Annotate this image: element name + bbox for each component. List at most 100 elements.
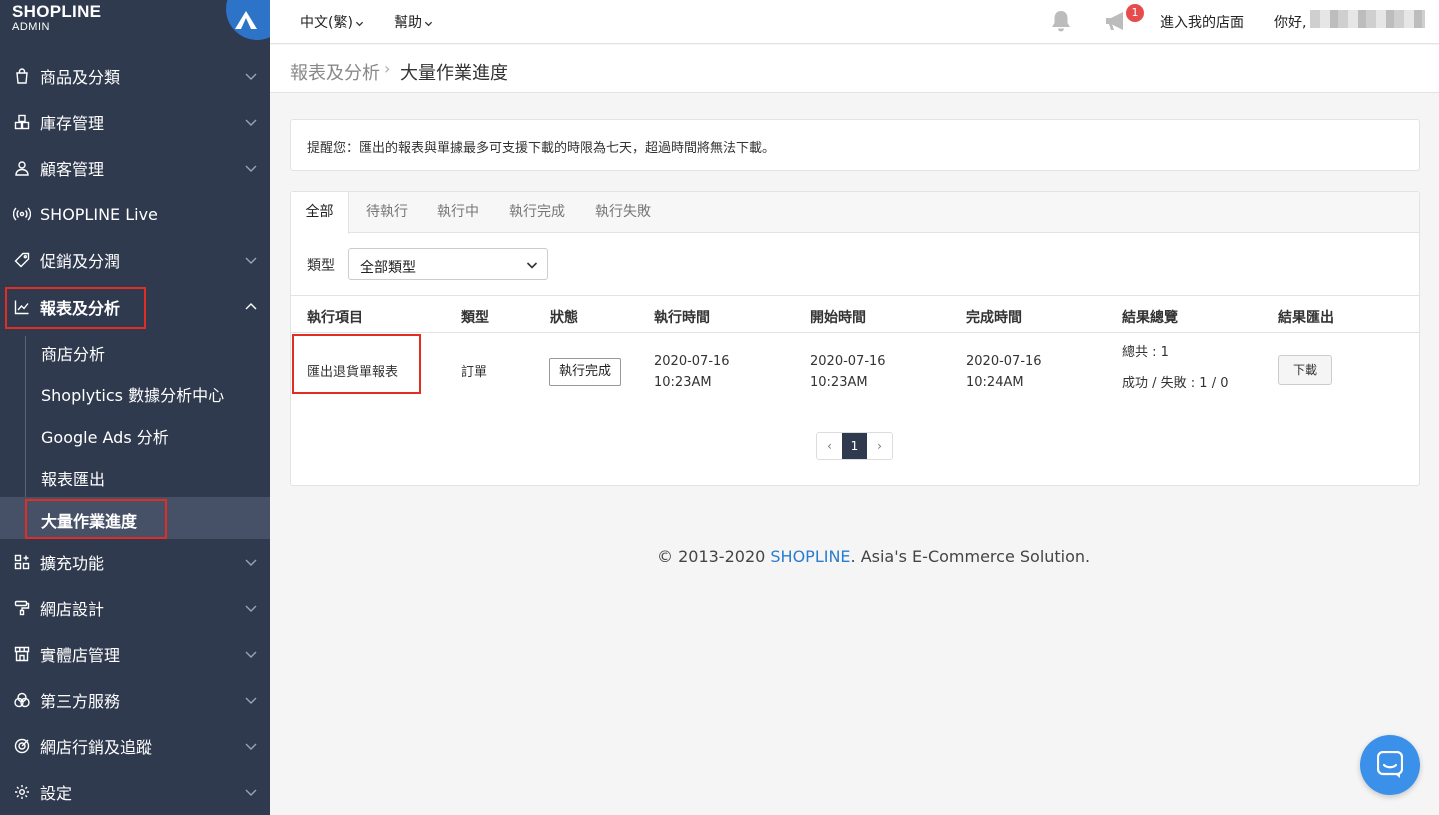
sidebar-item-label: 顧客管理 <box>40 160 105 179</box>
sidebar-item-label: SHOPLINE Live <box>40 204 158 224</box>
column-header: 開始時間 <box>810 310 866 326</box>
sidebar-item-third-party[interactable]: 第三方服務 <box>0 677 270 723</box>
store-icon <box>13 645 31 663</box>
sidebar-subitem-label: 大量作業進度 <box>41 512 138 531</box>
column-header: 狀態 <box>550 310 578 326</box>
type-filter-label: 類型 <box>307 258 335 274</box>
start-date: 2020-07-16 <box>810 354 886 369</box>
chevron-down-icon <box>424 21 433 26</box>
sidebar-item-settings[interactable]: 設定 <box>0 769 270 815</box>
user-greeting[interactable]: 你好, <box>1274 12 1306 32</box>
sidebar-subitem-bulk-progress[interactable]: 大量作業進度 <box>0 497 270 539</box>
person-icon <box>13 159 31 177</box>
bell-icon[interactable] <box>1050 9 1072 33</box>
sidebar-item-inventory[interactable]: 庫存管理 <box>0 99 270 145</box>
sidebar-item-label: 擴充功能 <box>40 554 105 573</box>
bag-icon <box>13 67 31 85</box>
notification-badge: 1 <box>1126 4 1144 22</box>
chevron-down-icon <box>245 743 257 750</box>
sidebar-item-promotions[interactable]: 促銷及分潤 <box>0 237 270 283</box>
result-total: 總共 : 1 <box>1122 345 1169 360</box>
tab-completed[interactable]: 執行完成 <box>499 192 575 233</box>
sidebar-subitem-report-export[interactable]: 報表匯出 <box>0 455 270 497</box>
chevron-up-icon <box>245 303 257 310</box>
column-header: 結果總覽 <box>1122 310 1178 326</box>
result-success-fail: 成功 / 失敗 : 1 / 0 <box>1122 376 1229 391</box>
chevron-down-icon <box>245 651 257 658</box>
sidebar-item-extensions[interactable]: 擴充功能 <box>0 539 270 585</box>
download-notice: 提醒您：匯出的報表與單據最多可支援下載的時限為七天，超過時間將無法下載。 <box>290 119 1420 171</box>
job-type: 訂單 <box>461 365 488 380</box>
sidebar-item-label: 第三方服務 <box>40 692 121 711</box>
chat-icon <box>1377 751 1403 778</box>
chevron-down-icon <box>245 119 257 126</box>
footer-brand-link[interactable]: SHOPLINE <box>770 547 850 566</box>
paint-roller-icon <box>13 599 31 617</box>
visit-store-link[interactable]: 進入我的店面 <box>1160 12 1244 32</box>
gear-icon <box>13 783 31 801</box>
top-bar: 中文(繁) 幫助 1 進入我的店面 你好, <box>270 0 1439 44</box>
end-date: 2020-07-16 <box>966 354 1042 369</box>
target-icon <box>13 737 31 755</box>
tab-running[interactable]: 執行中 <box>427 192 489 233</box>
status-tabs: 全部 待執行 執行中 執行完成 執行失敗 <box>291 192 1419 234</box>
logo-sub: ADMIN <box>12 21 50 33</box>
apps-icon <box>13 553 31 571</box>
column-header: 執行時間 <box>654 310 710 326</box>
chat-button[interactable] <box>1360 735 1420 795</box>
sidebar-item-label: 網店行銷及追蹤 <box>40 738 153 757</box>
start-time: 10:23AM <box>810 375 868 390</box>
sidebar-item-store-design[interactable]: 網店設計 <box>0 585 270 631</box>
sidebar: SHOPLINE ADMIN 商品及分類 庫存管理 顧客管理 SHOPLINE … <box>0 0 270 815</box>
prev-page-button[interactable]: ‹ <box>817 433 842 459</box>
sidebar-item-retail-store[interactable]: 實體店管理 <box>0 631 270 677</box>
boxes-icon <box>13 113 31 131</box>
sidebar-item-customers[interactable]: 顧客管理 <box>0 145 270 191</box>
chevron-down-icon <box>526 262 538 269</box>
type-select-value: 全部類型 <box>360 260 416 276</box>
tab-all[interactable]: 全部 <box>291 192 349 234</box>
sidebar-item-products[interactable]: 商品及分類 <box>0 53 270 99</box>
job-item: 匯出退貨單報表 <box>307 365 399 380</box>
status-badge: 執行完成 <box>549 358 622 386</box>
sidebar-item-marketing[interactable]: 網店行銷及追蹤 <box>0 723 270 769</box>
cube-icon <box>13 691 31 709</box>
download-button[interactable]: 下載 <box>1278 355 1332 385</box>
sidebar-item-reports[interactable]: 報表及分析 <box>0 284 270 330</box>
breadcrumb-parent[interactable]: 報表及分析 <box>290 59 380 85</box>
sidebar-subitem-label: Google Ads 分析 <box>41 428 169 447</box>
exec-date: 2020-07-16 <box>654 354 730 369</box>
column-header: 結果匯出 <box>1278 310 1334 326</box>
tab-failed[interactable]: 執行失敗 <box>585 192 661 233</box>
page-title: 大量作業進度 <box>400 63 508 84</box>
chart-icon <box>13 298 31 316</box>
footer-prefix: © 2013-2020 <box>657 547 771 566</box>
type-select[interactable]: 全部類型 <box>348 248 548 280</box>
language-dropdown[interactable]: 中文(繁) <box>300 12 364 32</box>
next-page-button[interactable]: › <box>867 433 892 459</box>
sidebar-subitem-store-analytics[interactable]: 商店分析 <box>0 330 270 372</box>
tag-icon <box>13 251 31 269</box>
sidebar-subitem-shoplytics[interactable]: Shoplytics 數據分析中心 <box>0 371 270 413</box>
sidebar-item-label: 促銷及分潤 <box>40 252 121 271</box>
table-header: 執行項目 類型 狀態 執行時間 開始時間 完成時間 結果總覽 結果匯出 <box>291 295 1419 333</box>
shopline-logo[interactable]: SHOPLINE ADMIN <box>12 3 132 37</box>
breadcrumb-separator: › <box>384 59 391 78</box>
tab-pending[interactable]: 待執行 <box>357 192 417 233</box>
collapse-toggle[interactable] <box>226 0 270 40</box>
sidebar-item-label: 設定 <box>40 784 73 803</box>
exec-time: 10:23AM <box>654 375 712 390</box>
sidebar-subitem-google-ads[interactable]: Google Ads 分析 <box>0 413 270 455</box>
column-header: 執行項目 <box>307 310 363 326</box>
mountain-logo-icon <box>235 11 257 29</box>
end-time: 10:24AM <box>966 375 1024 390</box>
jobs-panel: 全部 待執行 執行中 執行完成 執行失敗 類型 全部類型 執行項目 類型 狀態 … <box>290 191 1420 486</box>
pagination: ‹ 1 › <box>816 432 893 460</box>
sidebar-item-shopline-live[interactable]: SHOPLINE Live <box>0 191 270 237</box>
page-1-button[interactable]: 1 <box>842 433 867 459</box>
help-dropdown[interactable]: 幫助 <box>394 12 433 32</box>
sidebar-subitem-label: 商店分析 <box>41 345 106 364</box>
chevron-down-icon <box>245 789 257 796</box>
sidebar-item-label: 報表及分析 <box>40 299 121 318</box>
chevron-down-icon <box>355 21 364 26</box>
